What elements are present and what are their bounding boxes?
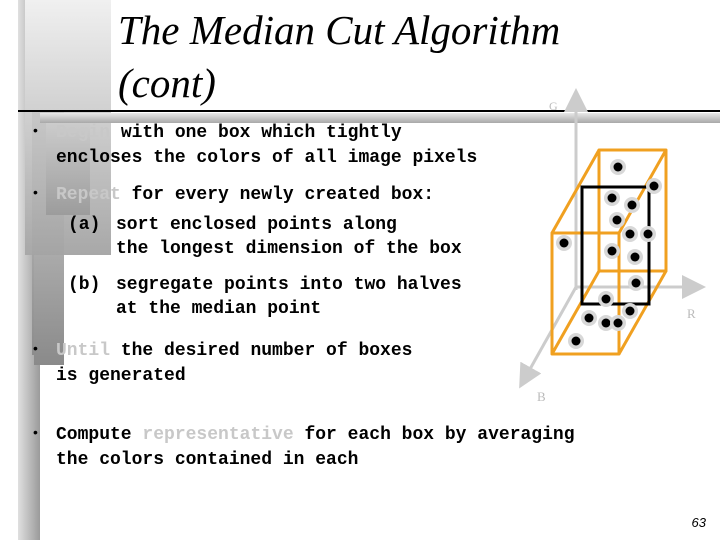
bullet-line: Begin with one box which tightly: [56, 123, 402, 143]
bullet-line: Compute representative for each box by a…: [56, 425, 575, 445]
sub-item-label: (a): [68, 215, 101, 235]
color-point: [607, 193, 617, 203]
sub-item-line: segregate points into two halves: [116, 275, 462, 295]
bullet-marker: •: [33, 340, 38, 356]
bullet-line: is generated: [56, 366, 186, 386]
keyword: Until: [56, 341, 111, 361]
bullet-line: encloses the colors of all image pixels: [56, 148, 478, 168]
color-point: [625, 229, 635, 239]
color-point: [612, 215, 622, 225]
keyword: representative: [142, 425, 294, 445]
bullet-marker: •: [33, 424, 38, 440]
color-point: [649, 181, 659, 191]
keyword: Repeat: [56, 185, 121, 205]
color-point: [625, 306, 635, 316]
color-point: [559, 238, 569, 248]
color-point: [627, 200, 637, 210]
color-point: [571, 336, 581, 346]
page-number: 63: [691, 515, 706, 530]
sub-item-line: the longest dimension of the box: [116, 239, 462, 259]
bullet-marker: •: [33, 122, 38, 138]
bullet-line: the colors contained in each: [56, 450, 359, 470]
color-point: [643, 229, 653, 239]
bullet-line: Until the desired number of boxes: [56, 341, 413, 361]
color-point: [613, 318, 623, 328]
color-point: [601, 318, 611, 328]
g-axis-label: G: [549, 99, 558, 113]
keyword: Begin: [56, 123, 111, 143]
color-point: [601, 294, 611, 304]
color-point: [630, 252, 640, 262]
r-axis-label: R: [687, 306, 696, 321]
title-line-1: The Median Cut Algorithm: [118, 7, 561, 53]
bullet-marker: •: [33, 184, 38, 200]
color-point: [584, 313, 594, 323]
b-axis-label: B: [537, 389, 546, 404]
title-line-2: (cont): [118, 60, 216, 106]
sub-item-line: at the median point: [116, 299, 322, 319]
slide-title: The Median Cut Algorithm (cont): [118, 4, 560, 110]
sub-item-line: sort enclosed points along: [116, 215, 397, 235]
sub-item-label: (b): [68, 275, 101, 295]
bullet-line: Repeat for every newly created box:: [56, 185, 435, 205]
rgb-cube-figure: G R B: [519, 88, 706, 404]
color-point: [607, 246, 617, 256]
color-point: [613, 162, 623, 172]
color-point: [631, 278, 641, 288]
